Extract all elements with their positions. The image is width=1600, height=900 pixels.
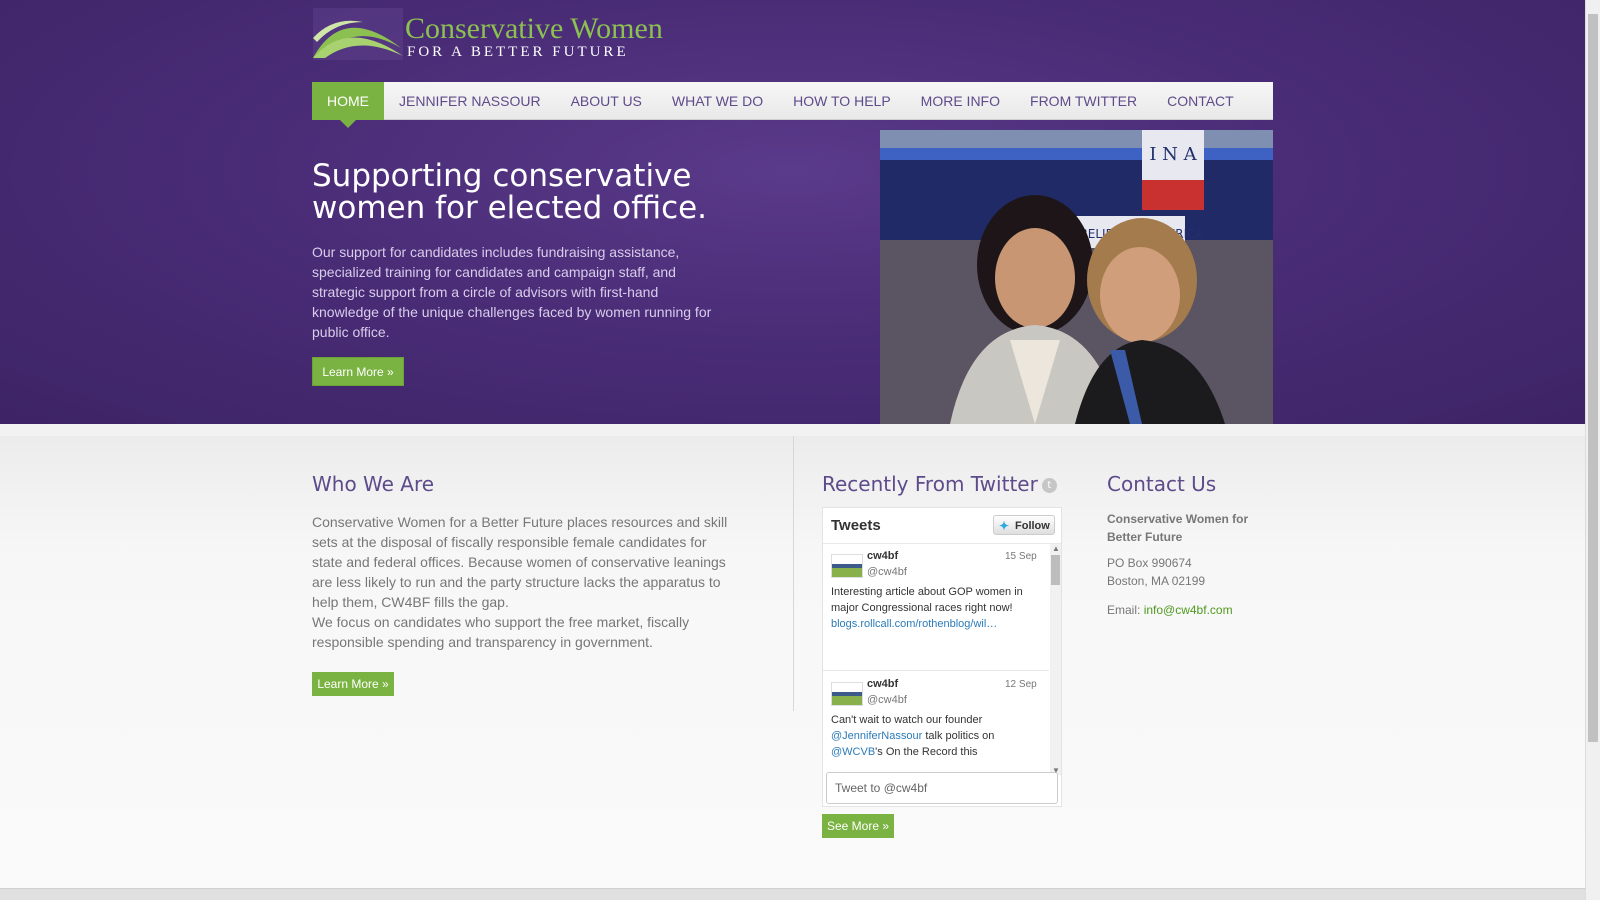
tweet-avatar[interactable] (831, 682, 863, 706)
nav-item-contact[interactable]: CONTACT (1152, 82, 1249, 120)
contact-address-line-1: PO Box 990674 (1107, 556, 1192, 570)
who-paragraph-2: We focus on candidates who support the f… (312, 614, 690, 650)
site-logo[interactable]: Conservative Women FOR A BETTER FUTURE (313, 8, 663, 60)
contact-email-link[interactable]: info@cw4bf.com (1144, 603, 1233, 617)
tweet-stream-scrollbar[interactable]: ▲ ▼ (1050, 544, 1061, 775)
twitter-circle-icon: t (1041, 478, 1057, 493)
who-paragraph-1: Conservative Women for a Better Future p… (312, 514, 728, 610)
svg-text:I N A: I N A (1149, 144, 1197, 165)
tweet-text-content: Interesting article about GOP women in m… (831, 586, 1023, 614)
contact-email-line: Email: info@cw4bf.com (1107, 603, 1233, 617)
page-scroll-thumb[interactable] (1588, 14, 1598, 742)
tweet-author-handle[interactable]: @cw4bf (867, 694, 907, 706)
twitter-section-title: Recently From Twitter t (822, 472, 1057, 496)
tweet-to-input[interactable]: Tweet to @cw4bf (826, 772, 1058, 804)
tweet-avatar[interactable] (831, 554, 863, 578)
tweet-divider (823, 670, 1049, 671)
tweet-text: Can't wait to watch our founder @Jennife… (831, 712, 1031, 760)
contact-email-label: Email: (1107, 603, 1144, 617)
tweet-mention-link[interactable]: @JenniferNassour (831, 730, 922, 742)
who-we-are-text: Conservative Women for a Better Future p… (312, 512, 740, 652)
nav-item-jennifer-nassour[interactable]: JENNIFER NASSOUR (384, 82, 556, 120)
tweet-text-part: 's On the Record this (875, 746, 978, 758)
tweet-link[interactable]: blogs.rollcall.com/rothenblog/wil… (831, 618, 997, 630)
logo-title: Conservative Women (405, 12, 663, 45)
tweet-stream[interactable]: cw4bf @cw4bf 15 Sep Interesting article … (823, 544, 1061, 775)
tweet-author-name[interactable]: cw4bf (867, 550, 898, 562)
tweet-date[interactable]: 15 Sep (1005, 551, 1037, 562)
widget-title: Tweets (831, 517, 881, 534)
twitter-widget: Tweets ✦ Follow cw4bf @cw4bf 15 Sep Inte… (822, 507, 1062, 807)
hero-text: Our support for candidates includes fund… (312, 244, 712, 340)
see-more-button[interactable]: See More » (822, 814, 894, 838)
nav-item-about-us[interactable]: ABOUT US (556, 82, 657, 120)
follow-button[interactable]: ✦ Follow (993, 515, 1055, 535)
hero-photo: I N A WE BELIEVE IN AMERICA (880, 130, 1273, 424)
scroll-thumb[interactable] (1051, 555, 1060, 585)
logo-swoosh-icon (313, 8, 403, 60)
main-nav: HOME JENNIFER NASSOUR ABOUT US WHAT WE D… (312, 82, 1273, 128)
follow-label: Follow (1015, 520, 1050, 532)
page-scrollbar[interactable] (1585, 0, 1600, 900)
widget-header: Tweets ✦ Follow (823, 508, 1061, 544)
twitter-section-label: Recently From Twitter (822, 472, 1038, 496)
contact-organization: Conservative Women for Better Future (1107, 512, 1249, 544)
column-divider (793, 436, 794, 711)
tweet-text: Interesting article about GOP women in m… (831, 584, 1031, 632)
tweet-mention-link[interactable]: @WCVB (831, 746, 875, 758)
page: Conservative Women FOR A BETTER FUTURE H… (0, 0, 1585, 900)
hero-learn-more-button[interactable]: Learn More » (312, 357, 404, 386)
nav-item-from-twitter[interactable]: FROM TWITTER (1015, 82, 1152, 120)
footer-bar (0, 888, 1585, 900)
contact-title: Contact Us (1107, 472, 1217, 496)
nav-item-how-to-help[interactable]: HOW TO HELP (778, 82, 906, 120)
tweet-author-name[interactable]: cw4bf (867, 678, 898, 690)
nav-item-what-we-do[interactable]: WHAT WE DO (657, 82, 778, 120)
tweet-text-part: Can't wait to watch our founder (831, 714, 983, 726)
nav-item-more-info[interactable]: MORE INFO (906, 82, 1015, 120)
who-learn-more-button[interactable]: Learn More » (312, 672, 394, 696)
who-we-are-title: Who We Are (312, 472, 435, 496)
tweet-author-handle[interactable]: @cw4bf (867, 566, 907, 578)
contact-address-line-2: Boston, MA 02199 (1107, 574, 1206, 588)
twitter-bird-icon: ✦ (999, 519, 1010, 533)
scroll-up-icon[interactable]: ▲ (1052, 544, 1060, 553)
tweet-date[interactable]: 12 Sep (1005, 679, 1037, 690)
logo-subtitle: FOR A BETTER FUTURE (407, 44, 629, 60)
hero-title: Supporting conservative women for electe… (312, 158, 708, 226)
tweet-text-part: talk politics on (922, 730, 995, 742)
nav-item-home[interactable]: HOME (312, 82, 384, 128)
hero-band: Conservative Women FOR A BETTER FUTURE H… (0, 0, 1585, 424)
